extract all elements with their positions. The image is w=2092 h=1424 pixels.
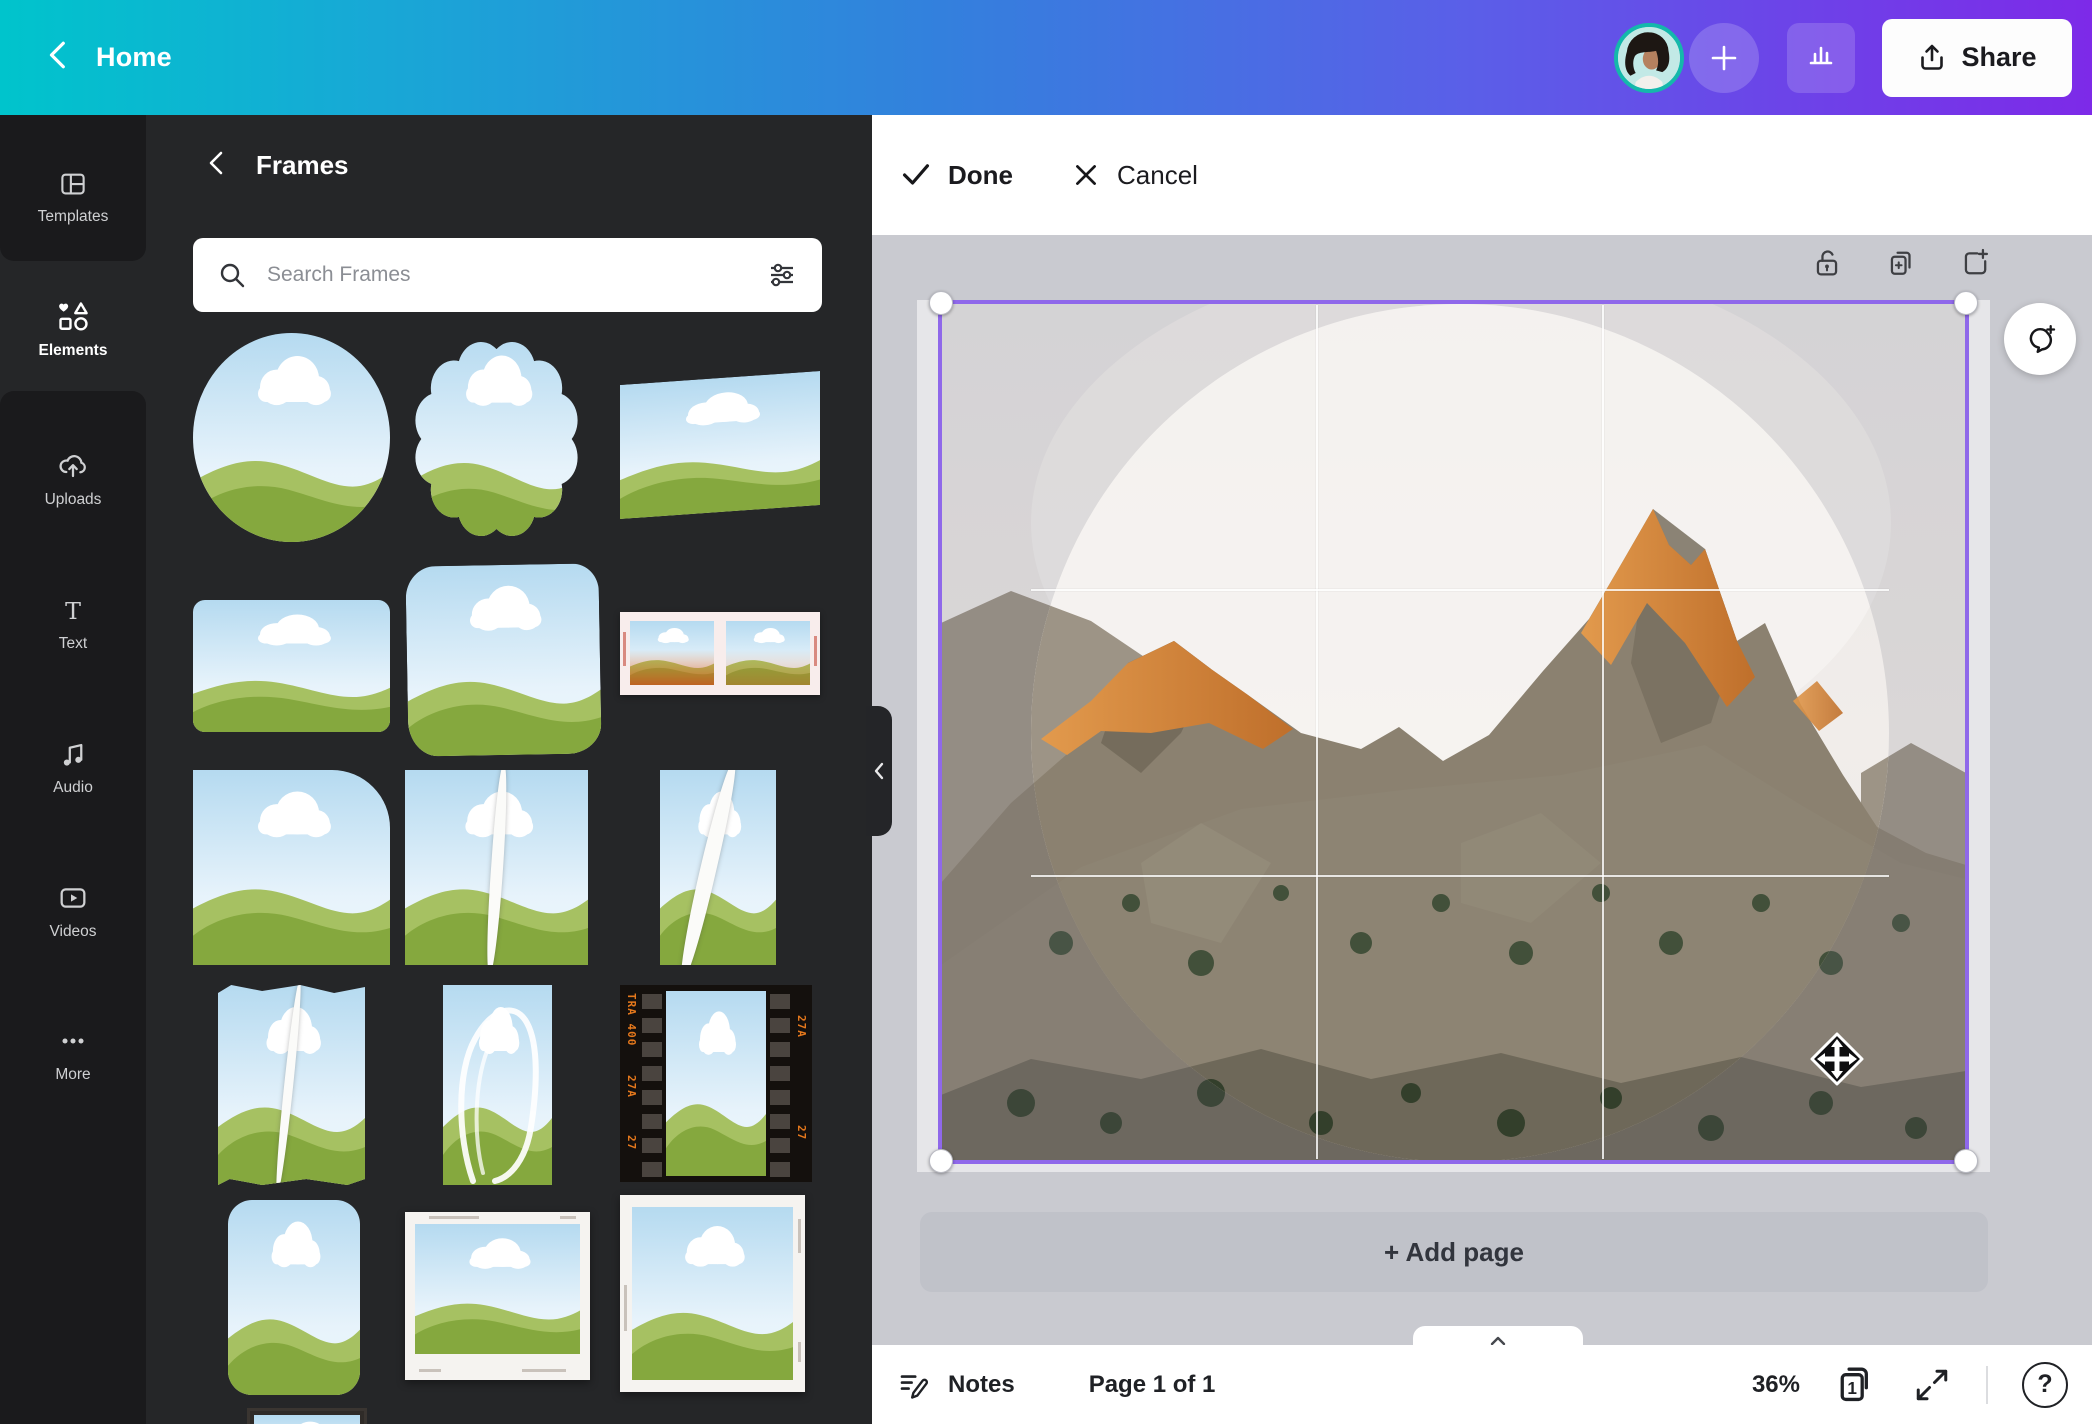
object-toolbar xyxy=(1810,245,1992,281)
frame-thumb-circle[interactable] xyxy=(193,333,390,542)
move-cursor-icon xyxy=(1808,1030,1866,1093)
frame-thumb-round-corner-portrait[interactable] xyxy=(193,770,390,965)
svg-text:T: T xyxy=(65,597,81,625)
notes-icon xyxy=(900,1374,929,1399)
audio-icon xyxy=(63,743,83,766)
sidebar-item-label: Videos xyxy=(49,922,97,940)
videos-icon xyxy=(60,887,86,908)
crop-handle-top-left[interactable] xyxy=(929,291,953,315)
notes-button[interactable]: Notes xyxy=(896,1367,1015,1403)
frame-thumb-rounded-portrait[interactable] xyxy=(228,1200,360,1395)
frame-thumb-scribble-portrait[interactable] xyxy=(443,985,552,1185)
check-icon xyxy=(902,164,930,185)
top-bar: Home Share xyxy=(0,0,2092,115)
frame-thumb-torn-center-portrait[interactable] xyxy=(405,770,588,965)
frames-panel: Frames Search Frames TRA 400 27A 27 27A … xyxy=(146,115,872,1424)
avatar[interactable] xyxy=(1614,22,1684,93)
grid-view-button[interactable]: 1 xyxy=(1834,1363,1878,1407)
bottom-bar: Notes Page 1 of 1 36% 1 ? xyxy=(872,1345,2092,1424)
help-glyph: ? xyxy=(2037,1370,2053,1398)
text-icon: T xyxy=(65,597,81,625)
fullscreen-icon[interactable] xyxy=(1912,1365,1952,1405)
page-indicator[interactable]: Page 1 of 1 xyxy=(1089,1371,1216,1399)
frame-thumb-film-double[interactable] xyxy=(620,612,820,695)
more-dots-icon xyxy=(62,1037,84,1044)
sidebar-item-elements[interactable]: Elements xyxy=(0,265,146,393)
frame-thumb-rounded-landscape[interactable] xyxy=(193,600,390,732)
sidebar-item-templates[interactable]: Templates xyxy=(0,133,146,261)
elements-icon xyxy=(59,301,88,331)
frame-thumb-film-strip-vertical[interactable]: TRA 400 27A 27 27A 27 xyxy=(620,985,812,1182)
comment-plus-icon xyxy=(2029,324,2056,354)
crop-handle-top-right[interactable] xyxy=(1954,291,1978,315)
sidebar-item-label: Elements xyxy=(38,341,108,359)
back-chevron-icon[interactable] xyxy=(44,38,74,77)
uploads-icon xyxy=(59,454,86,477)
sidebar-item-videos[interactable]: Videos xyxy=(0,847,146,975)
panel-back-chevron-icon[interactable] xyxy=(204,148,230,183)
frame-thumb-scalloped-circle[interactable] xyxy=(407,332,586,546)
add-comment-button[interactable] xyxy=(2004,303,2076,375)
sidebar-item-more[interactable]: More xyxy=(0,990,146,1118)
filter-sliders-icon[interactable] xyxy=(766,259,798,291)
scribble-outline xyxy=(458,1007,539,1184)
share-label: Share xyxy=(1961,42,2037,72)
sidebar-item-uploads[interactable]: Uploads xyxy=(0,415,146,543)
sidebar-rail: Templates Elements Uploads T Text Audio … xyxy=(0,115,146,1424)
search-icon xyxy=(220,263,245,288)
canvas-area[interactable]: + Add page xyxy=(872,235,2092,1345)
add-page-button[interactable]: + Add page xyxy=(920,1212,1988,1292)
sidebar-item-text[interactable]: T Text xyxy=(0,560,146,688)
search-input[interactable] xyxy=(267,263,746,287)
frame-thumb-blob-square[interactable] xyxy=(405,563,602,757)
sidebar-item-label: Uploads xyxy=(44,490,102,508)
panel-collapse-handle[interactable] xyxy=(866,706,892,836)
sidebar-item-audio[interactable]: Audio xyxy=(0,703,146,831)
canva-editor: Home Share Templates Elements Uploads T … xyxy=(0,0,2092,1424)
insights-button[interactable] xyxy=(1787,22,1855,93)
crop-handle-bottom-left[interactable] xyxy=(929,1149,953,1173)
frame-thumb-bordered-print[interactable] xyxy=(620,1195,805,1392)
crop-toolbar: Done Cancel xyxy=(872,115,2092,235)
collapse-chevron-icon xyxy=(874,762,884,780)
sidebar-item-label: Audio xyxy=(53,778,93,796)
bar-chart-icon xyxy=(1809,46,1833,64)
frame-thumb-skewed-rectangle[interactable] xyxy=(620,371,820,519)
frame-thumb-polaroid[interactable] xyxy=(405,1212,590,1380)
panel-title: Frames xyxy=(256,149,349,180)
sidebar-item-label: More xyxy=(55,1065,91,1083)
svg-text:1: 1 xyxy=(1847,1378,1857,1398)
frame-thumb-partial-next-row[interactable] xyxy=(247,1408,367,1424)
home-link[interactable]: Home xyxy=(96,42,172,73)
done-button[interactable]: Done xyxy=(900,159,1013,191)
divider xyxy=(1986,1365,1988,1404)
help-button[interactable]: ? xyxy=(2022,1361,2068,1408)
crop-handle-bottom-right[interactable] xyxy=(1954,1149,1978,1173)
sidebar-item-label: Text xyxy=(58,634,88,652)
templates-icon xyxy=(61,173,85,194)
plus-icon xyxy=(1711,45,1737,70)
frame-thumb-ripped-edge-portrait[interactable] xyxy=(218,985,365,1185)
share-button[interactable]: Share xyxy=(1882,18,2072,97)
search-bar[interactable] xyxy=(193,238,822,312)
add-to-folder-icon[interactable] xyxy=(1958,245,1992,281)
close-icon xyxy=(1076,165,1096,185)
share-upload-icon xyxy=(1921,44,1944,70)
create-new-button[interactable] xyxy=(1689,22,1759,93)
cancel-button[interactable]: Cancel xyxy=(1071,160,1198,191)
zoom-level[interactable]: 36% xyxy=(1752,1371,1800,1399)
pages-icon: 1 xyxy=(1840,1367,1868,1401)
sidebar-item-label: Templates xyxy=(37,207,109,225)
frame-thumb-torn-diagonal-portrait[interactable] xyxy=(660,770,776,965)
duplicate-icon[interactable] xyxy=(1884,245,1918,281)
unlock-icon[interactable] xyxy=(1810,245,1844,281)
